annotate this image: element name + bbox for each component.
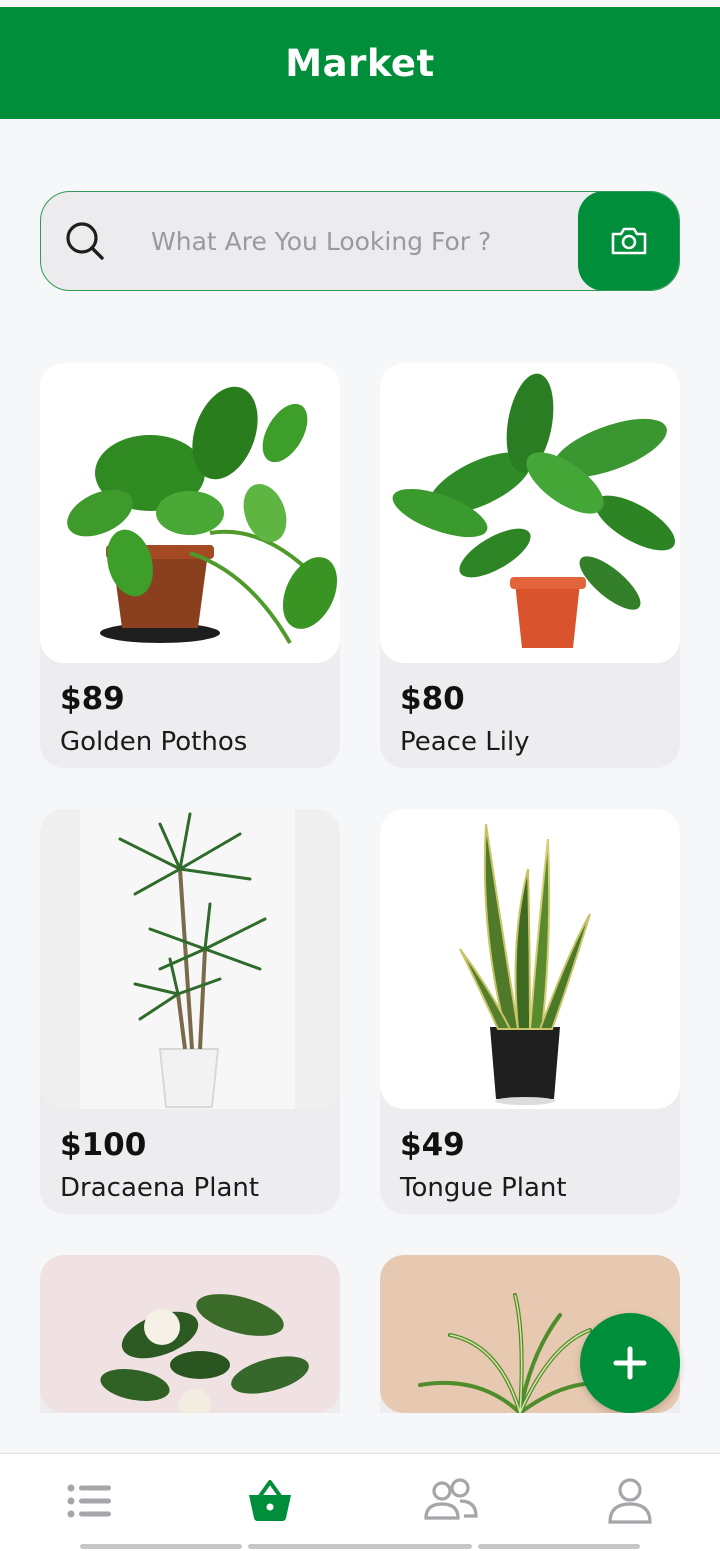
basket-icon [249,1480,291,1522]
product-price: $49 [400,1127,465,1163]
nav-item-profile[interactable] [594,1476,666,1536]
content-bottom-spacer [0,1413,720,1453]
bottom-nav [0,1453,720,1551]
camera-icon [611,227,646,255]
page-title: Market [285,41,435,85]
product-name: Golden Pothos [60,727,248,757]
nav-item-community[interactable] [414,1476,486,1536]
list-icon [67,1484,111,1518]
product-card[interactable]: $80 Peace Lily [380,363,680,768]
nav-indicator [248,1544,472,1549]
app-header: Market [0,7,720,119]
camera-button[interactable] [578,192,679,290]
product-card[interactable]: $100 Dracaena Plant [40,809,340,1214]
product-card[interactable]: $89 Golden Pothos [40,363,340,768]
product-name: Dracaena Plant [60,1173,260,1203]
add-button[interactable] [580,1313,680,1413]
product-price: $80 [400,681,465,717]
search-icon [66,222,104,260]
nav-indicator [80,1544,242,1549]
product-card[interactable] [40,1255,340,1413]
nav-item-list[interactable] [54,1476,126,1536]
users-icon [424,1478,478,1520]
product-name: Tongue Plant [400,1173,567,1203]
product-image [40,809,340,1109]
product-image [380,809,680,1109]
profile-icon [608,1478,652,1524]
product-card[interactable]: $49 Tongue Plant [380,809,680,1214]
product-image [380,363,680,663]
product-price: $100 [60,1127,147,1163]
market-screen: Market What Are You Looking For ? $89 Go… [0,0,720,1551]
plus-icon [613,1346,647,1380]
product-price: $89 [60,681,125,717]
product-name: Peace Lily [400,727,530,757]
product-image [40,363,340,663]
nav-item-market[interactable] [234,1476,306,1536]
search-bar[interactable] [40,191,680,291]
product-image [40,1255,340,1413]
search-input[interactable] [151,226,531,256]
nav-indicator [478,1544,640,1549]
